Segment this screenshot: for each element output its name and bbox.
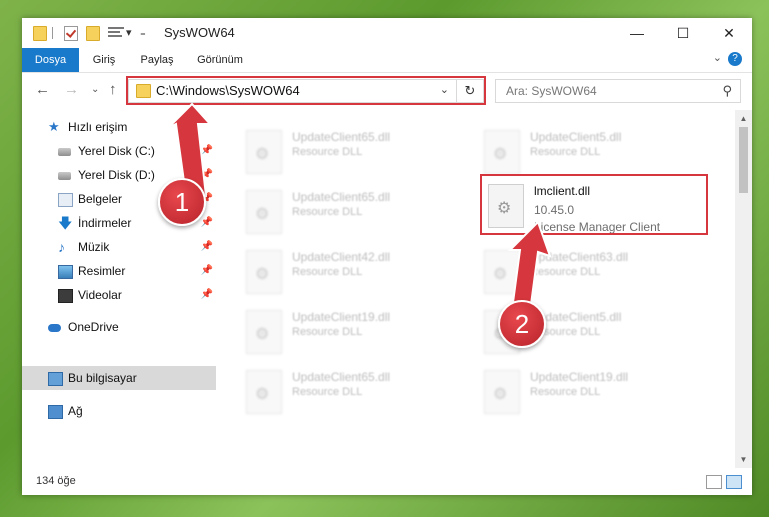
minimize-button[interactable]: — bbox=[614, 18, 660, 48]
pin-icon[interactable]: 📌 bbox=[201, 236, 213, 258]
toolbar-separator bbox=[52, 27, 53, 39]
search-input[interactable]: Ara: SysWOW64 ⚲ bbox=[495, 79, 741, 103]
up-button[interactable]: ↑ bbox=[109, 81, 117, 98]
dll-file-icon bbox=[484, 370, 520, 414]
window-title: SysWOW64 bbox=[164, 25, 235, 40]
status-bar: 134 öğe bbox=[22, 468, 752, 495]
downloads-icon: 🡇 bbox=[58, 215, 73, 231]
network-icon bbox=[48, 405, 63, 419]
file-item[interactable]: UpdateClient19.dll Resource DLL bbox=[246, 310, 476, 366]
maximize-button[interactable]: ☐ bbox=[660, 18, 706, 48]
scroll-thumb[interactable] bbox=[739, 127, 748, 193]
dll-file-icon bbox=[246, 250, 282, 294]
sidebar-item-disk-c[interactable]: Yerel Disk (C:) 📌 bbox=[58, 140, 213, 162]
pin-icon[interactable]: 📌 bbox=[201, 284, 213, 306]
music-icon: ♪ bbox=[58, 239, 65, 255]
quick-access-toolbar-dropdown[interactable]: ₌ bbox=[140, 26, 146, 39]
dll-file-icon bbox=[484, 130, 520, 174]
pictures-icon bbox=[58, 265, 73, 279]
file-item[interactable]: UpdateClient63.dll Resource DLL bbox=[484, 250, 714, 306]
address-row: ← → ⌄ ↑ C:\Windows\SysWOW64 ⌄ ↻ Ara: Sys… bbox=[22, 73, 752, 109]
dll-file-icon bbox=[484, 250, 520, 294]
sidebar-item-this-pc[interactable]: Bu bilgisayar bbox=[48, 367, 208, 389]
chevron-down-icon[interactable]: ▾ bbox=[126, 26, 132, 39]
back-button[interactable]: ← bbox=[35, 81, 50, 98]
search-icon[interactable]: ⚲ bbox=[722, 83, 732, 99]
dll-file-icon bbox=[246, 310, 282, 354]
chevron-down-icon[interactable]: ⌄ bbox=[713, 51, 722, 64]
highlight-address-box bbox=[126, 76, 486, 105]
pin-icon[interactable]: 📌 bbox=[201, 212, 213, 234]
sidebar-item-network[interactable]: Ağ bbox=[48, 400, 208, 422]
forward-button[interactable]: → bbox=[64, 81, 79, 98]
item-count: 134 öğe bbox=[36, 475, 76, 487]
file-item[interactable]: UpdateClient42.dll Resource DLL bbox=[246, 250, 476, 306]
navigation-pane: ★ Hızlı erişim Yerel Disk (C:) 📌 Yerel D… bbox=[22, 110, 216, 468]
pin-icon[interactable]: 📌 bbox=[201, 260, 213, 282]
dll-file-icon bbox=[246, 190, 282, 234]
pin-icon[interactable]: 📌 bbox=[201, 164, 213, 186]
file-item[interactable]: UpdateClient65.dll Resource DLL bbox=[246, 190, 476, 246]
star-icon: ★ bbox=[48, 119, 60, 134]
tab-giris[interactable]: Giriş bbox=[79, 48, 129, 72]
file-list: UpdateClient65.dll Resource DLL UpdateCl… bbox=[234, 110, 734, 468]
dll-file-icon bbox=[246, 370, 282, 414]
callout-step-2: 2 bbox=[498, 300, 546, 348]
sidebar-item-resimler[interactable]: Resimler 📌 bbox=[58, 260, 213, 282]
tab-paylas[interactable]: Paylaş bbox=[129, 48, 185, 72]
videos-icon bbox=[58, 289, 73, 303]
scroll-down-icon[interactable]: ▼ bbox=[735, 451, 752, 468]
sidebar-item-muzik[interactable]: ♪ Müzik 📌 bbox=[58, 236, 213, 258]
dll-file-icon bbox=[246, 130, 282, 174]
tab-dosya[interactable]: Dosya bbox=[22, 48, 79, 72]
title-bar: ▾ ₌ SysWOW64 — ☐ ✕ bbox=[22, 18, 752, 48]
nav-quick-access[interactable]: ★ Hızlı erişim bbox=[48, 116, 208, 138]
explorer-window: ▾ ₌ SysWOW64 — ☐ ✕ Dosya Giriş Paylaş Gö… bbox=[22, 18, 752, 495]
tiles-view-icon[interactable] bbox=[726, 475, 742, 489]
cloud-icon bbox=[48, 324, 61, 332]
pin-icon[interactable]: 📌 bbox=[201, 140, 213, 162]
recent-locations-button[interactable]: ⌄ bbox=[91, 84, 99, 95]
help-icon[interactable]: ? bbox=[728, 52, 742, 66]
customize-toolbar-icon[interactable] bbox=[108, 26, 124, 39]
new-folder-icon[interactable] bbox=[86, 26, 100, 41]
search-placeholder: Ara: SysWOW64 bbox=[506, 84, 597, 98]
file-item[interactable]: UpdateClient65.dll Resource DLL bbox=[246, 370, 476, 426]
sidebar-item-videolar[interactable]: Videolar 📌 bbox=[58, 284, 213, 306]
tab-gorunum[interactable]: Görünüm bbox=[185, 48, 255, 72]
disk-icon bbox=[58, 148, 71, 156]
file-item[interactable]: UpdateClient65.dll Resource DLL bbox=[246, 130, 476, 186]
highlight-file-box bbox=[480, 174, 708, 235]
folder-icon bbox=[33, 26, 47, 41]
sidebar-item-onedrive[interactable]: OneDrive bbox=[48, 316, 208, 338]
close-button[interactable]: ✕ bbox=[706, 18, 752, 48]
file-item[interactable]: UpdateClient19.dll Resource DLL bbox=[484, 370, 714, 426]
disk-icon bbox=[58, 172, 71, 180]
scroll-up-icon[interactable]: ▲ bbox=[735, 110, 752, 127]
callout-step-1: 1 bbox=[158, 178, 206, 226]
ribbon-tabs: Dosya Giriş Paylaş Görünüm ⌄ ? bbox=[22, 48, 752, 73]
vertical-scrollbar[interactable]: ▲ ▼ bbox=[735, 110, 752, 468]
details-view-icon[interactable] bbox=[706, 475, 722, 489]
properties-check-icon[interactable] bbox=[64, 26, 78, 41]
documents-icon bbox=[58, 193, 73, 207]
computer-icon bbox=[48, 372, 63, 386]
